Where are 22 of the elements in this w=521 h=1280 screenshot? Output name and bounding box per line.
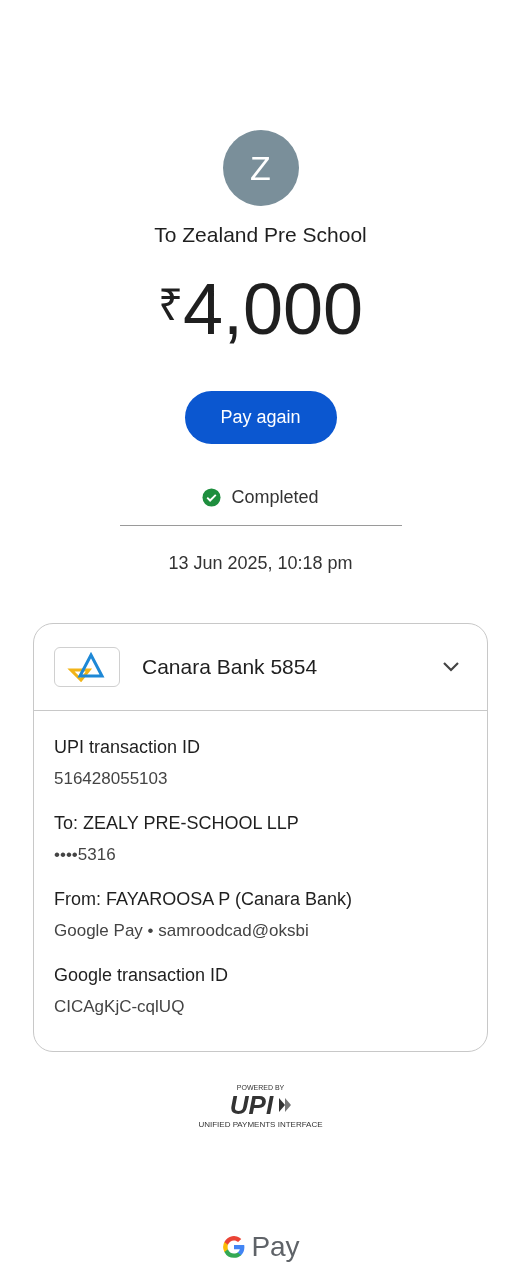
amount: 4,000 bbox=[182, 272, 364, 345]
pay-again-button[interactable]: Pay again bbox=[184, 390, 337, 444]
detail-label: UPI transaction ID bbox=[54, 735, 202, 759]
detail-label: To: ZEALY PRE-SCHOOL LLP bbox=[54, 811, 300, 835]
status-label: Completed bbox=[231, 485, 319, 509]
transaction-date: 13 Jun 2025, 10:18 pm bbox=[168, 551, 353, 575]
detail-label: Google transaction ID bbox=[54, 963, 230, 987]
detail-value: 516428055103 bbox=[54, 767, 169, 790]
detail-label: From: FAYAROOSA P (Canara Bank) bbox=[54, 887, 354, 911]
detail-value: Google Pay • samroodcad@oksbi bbox=[54, 919, 310, 942]
detail-value: ••••5316 bbox=[54, 843, 117, 866]
bank-name: Canara Bank 5854 bbox=[142, 653, 319, 680]
payee-title: To Zealand Pre School bbox=[154, 222, 367, 248]
triangle-logo-icon bbox=[67, 651, 107, 682]
upi-tagline: UNIFIED PAYMENTS INTERFACE bbox=[198, 1119, 323, 1130]
upi-logo-mark: UPI bbox=[229, 1091, 275, 1118]
currency-symbol: ₹ bbox=[157, 282, 183, 327]
detail-value: CICAgKjC-cqlUQ bbox=[54, 995, 186, 1018]
google-pay-wordmark: Pay bbox=[251, 1229, 300, 1264]
chevrons-icon bbox=[279, 1097, 292, 1112]
avatar: Z bbox=[222, 130, 299, 206]
check-icon bbox=[202, 487, 222, 507]
